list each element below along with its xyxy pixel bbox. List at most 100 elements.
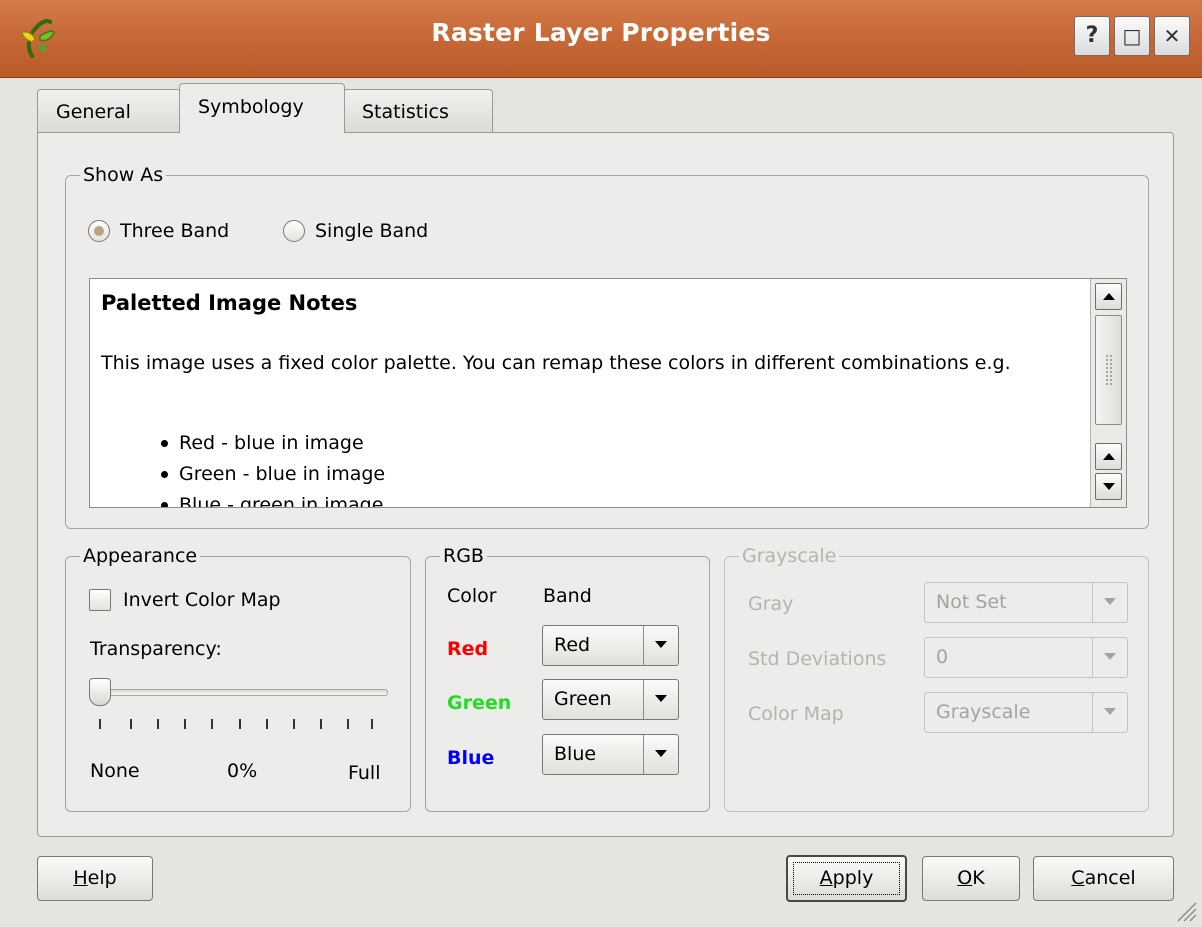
resize-grip-icon[interactable] [1172,897,1198,923]
help-button[interactable]: Help [37,856,153,901]
grayscale-group: Grayscale Gray Not Set Std Deviations 0 … [724,544,1149,812]
list-item: Red - blue in image [159,428,385,459]
slider-tick [184,719,186,729]
notes-vertical-scrollbar[interactable] [1090,279,1126,507]
symbology-tab-page: Show As Three Band Single Band Paletted … [37,132,1174,837]
arrow-up-icon [1102,293,1115,300]
single-band-radio-indicator [283,220,305,242]
notes-heading: Paletted Image Notes [101,291,358,315]
transparency-full-label: Full [348,762,381,784]
radio-selected-dot [94,226,104,236]
rgb-group: RGB Color Band Red Red Green Green Blue … [425,544,710,812]
red-band-value: Red [554,634,591,656]
band-column-header: Band [543,585,592,607]
maximize-button[interactable]: □ [1114,16,1150,56]
tab-general-label: General [56,101,131,123]
scroll-up-button-lower[interactable] [1095,443,1122,470]
combo-separator [643,735,644,774]
tab-symbology-label: Symbology [198,96,304,118]
slider-tick [211,719,213,729]
window-title: Raster Layer Properties [431,18,771,47]
close-button[interactable]: ✕ [1154,16,1190,56]
red-band-select[interactable]: Red [542,625,679,666]
rgb-title: RGB [440,544,487,568]
tab-statistics[interactable]: Statistics [343,89,493,133]
list-item: Blue - green in image [159,490,385,507]
help-mnemonic: H [73,867,88,889]
scrollbar-handle[interactable] [1095,315,1122,425]
std-deviations-value: 0 [936,646,949,668]
three-band-radio-indicator [88,220,110,242]
scroll-up-button[interactable] [1095,283,1122,310]
single-band-radio[interactable]: Single Band [283,220,428,242]
gray-band-value: Not Set [936,591,1007,613]
invert-color-map-label: Invert Color Map [123,589,281,611]
ok-button-label: K [972,867,985,889]
transparency-slider[interactable] [90,689,388,696]
blue-channel-label: Blue [447,747,495,769]
green-band-value: Green [554,688,612,710]
help-window-button[interactable]: ? [1074,16,1110,56]
title-bar[interactable]: Raster Layer Properties ? □ ✕ [0,0,1202,78]
slider-tick [239,719,241,729]
cancel-mnemonic: C [1071,867,1085,889]
tab-symbology[interactable]: Symbology [179,83,345,133]
apply-button-label: pply [832,867,874,889]
color-column-header: Color [447,585,497,607]
scroll-down-button[interactable] [1095,473,1122,500]
slider-tick [347,719,349,729]
std-deviations-label: Std Deviations [748,648,887,670]
invert-color-map-checkbox[interactable]: Invert Color Map [89,589,281,611]
slider-tick [266,719,268,729]
tab-general[interactable]: General [37,89,181,133]
slider-tick [320,719,322,729]
slider-tick [371,719,373,729]
transparency-slider-handle[interactable] [89,678,111,706]
color-map-label: Color Map [748,703,844,725]
transparency-value-label: 0% [227,760,258,782]
tab-statistics-label: Statistics [362,101,449,123]
grayscale-title: Grayscale [739,544,840,568]
slider-tick [99,719,101,729]
arrow-up-icon [1102,453,1115,460]
apply-button[interactable]: Apply [786,855,907,902]
arrow-down-icon [1102,483,1115,490]
notes-paragraph: This image uses a fixed color palette. Y… [101,352,1011,374]
appearance-group: Appearance Invert Color Map Transparency… [65,544,411,812]
transparency-label: Transparency: [90,638,222,660]
ok-mnemonic: O [957,867,973,889]
paletted-image-notes[interactable]: Paletted Image Notes This image uses a f… [89,278,1127,508]
ok-button[interactable]: OK [922,856,1020,901]
blue-band-value: Blue [554,743,597,765]
slider-tick [130,719,132,729]
show-as-title: Show As [80,163,167,187]
chevron-down-icon [655,641,667,648]
notes-list: Red - blue in image Green - blue in imag… [159,428,385,507]
list-item: Green - blue in image [159,459,385,490]
blue-band-select[interactable]: Blue [542,734,679,775]
gray-label: Gray [748,593,794,615]
three-band-radio[interactable]: Three Band [88,220,229,242]
combo-separator [1092,583,1093,622]
cancel-button[interactable]: Cancel [1033,856,1174,901]
green-channel-label: Green [447,692,512,714]
combo-separator [643,680,644,719]
chevron-down-icon [655,750,667,757]
single-band-label: Single Band [315,220,429,242]
raster-layer-properties-dialog: Raster Layer Properties ? □ ✕ General Sy… [0,0,1202,927]
gray-band-select[interactable]: Not Set [924,582,1128,623]
chevron-down-icon [655,695,667,702]
invert-checkbox-indicator [89,589,111,611]
color-map-select[interactable]: Grayscale [924,692,1128,733]
color-map-value: Grayscale [936,701,1031,723]
std-deviations-select[interactable]: 0 [924,637,1128,678]
green-band-select[interactable]: Green [542,679,679,720]
appearance-title: Appearance [80,544,201,568]
cancel-button-label: ancel [1084,867,1136,889]
transparency-none-label: None [90,760,140,782]
three-band-label: Three Band [120,220,230,242]
chevron-down-icon [1104,708,1116,715]
grip-dots-icon [1105,354,1113,386]
combo-separator [1092,693,1093,732]
combo-separator [1092,638,1093,677]
